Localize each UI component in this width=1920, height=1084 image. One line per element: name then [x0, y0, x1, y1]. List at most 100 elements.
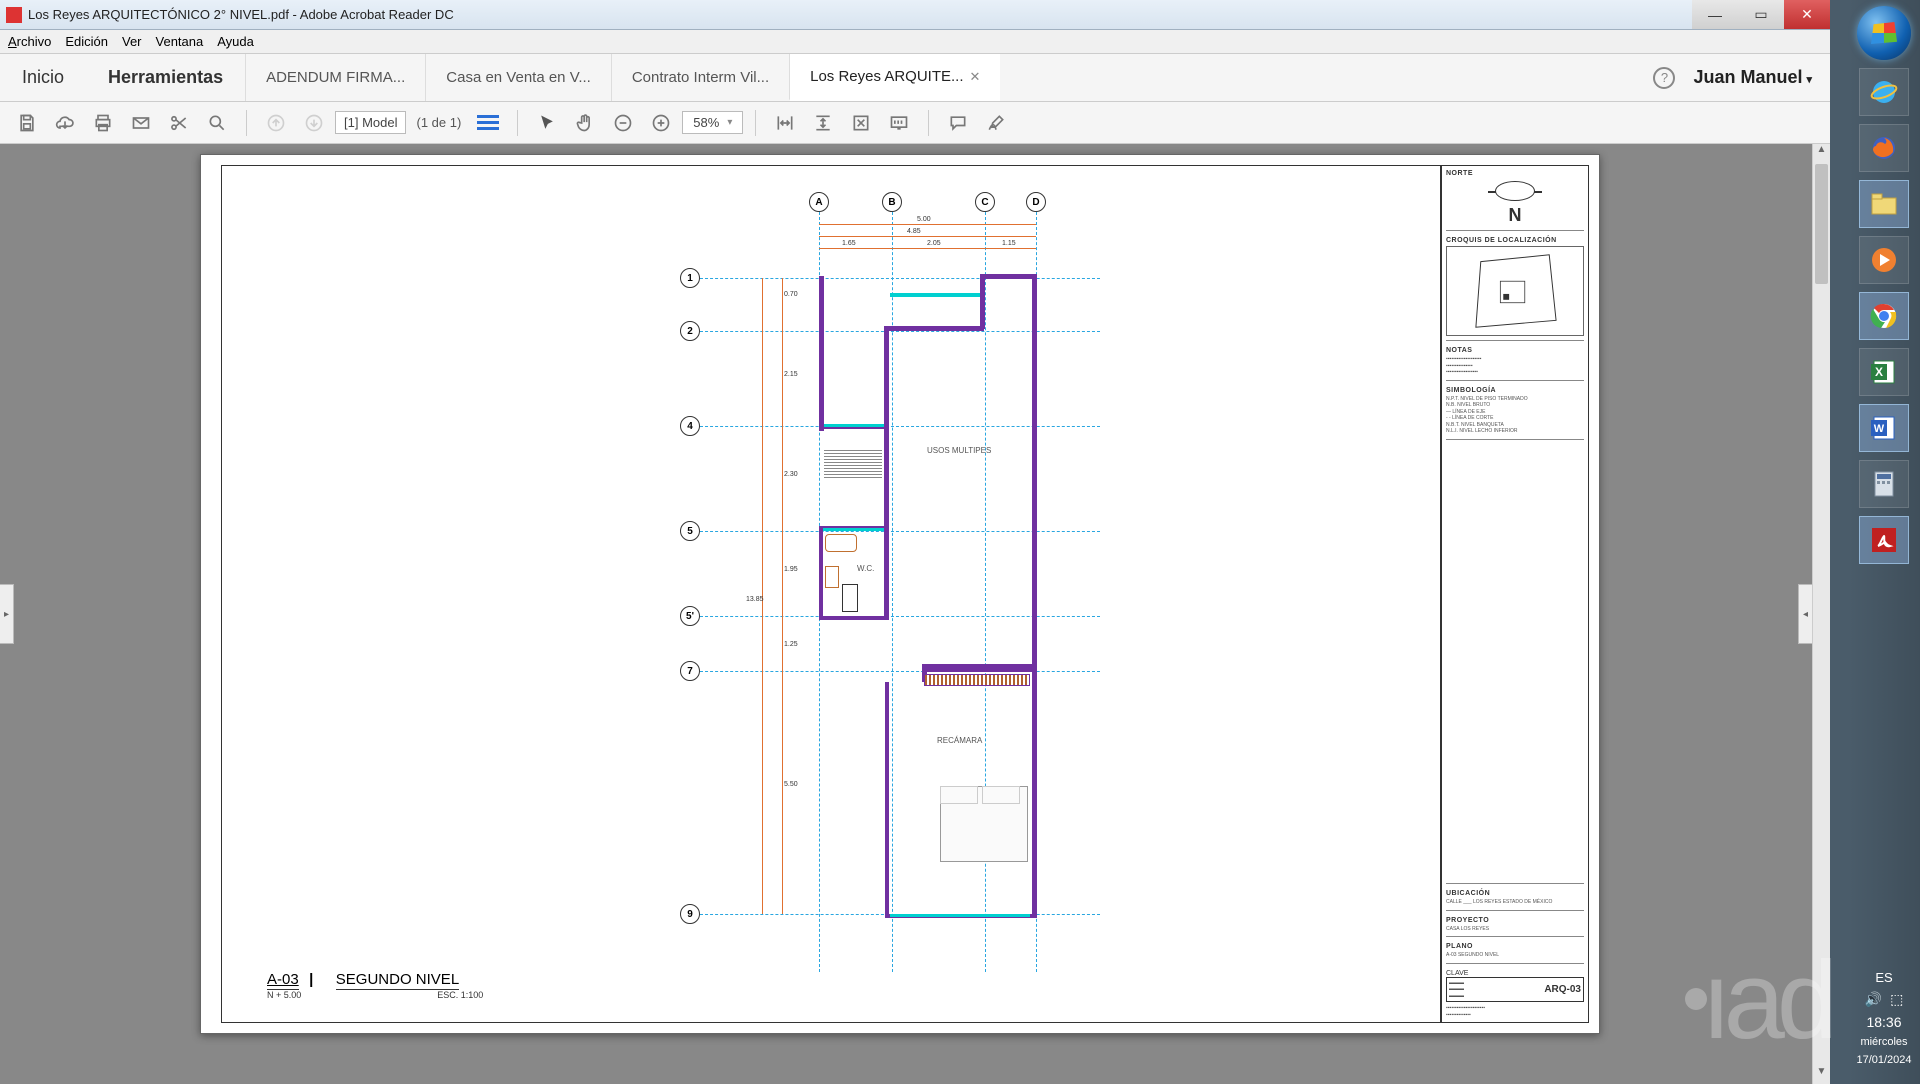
network-icon[interactable]: ⬚ — [1890, 991, 1903, 1008]
close-icon[interactable]: ✕ — [970, 69, 981, 85]
mail-icon[interactable] — [124, 106, 158, 140]
wall — [819, 276, 824, 431]
simbologia-header: SIMBOLOGÍA — [1446, 387, 1584, 394]
zoom-select[interactable]: 58%▾ — [682, 111, 743, 134]
dim-text: 2.05 — [927, 240, 941, 247]
zoom-in-icon[interactable] — [644, 106, 678, 140]
ie-icon[interactable] — [1859, 68, 1909, 116]
layers-icon[interactable] — [471, 106, 505, 140]
grid-row-4: 4 — [680, 416, 700, 436]
window-title: Los Reyes ARQUITECTÓNICO 2° NIVEL.pdf - … — [28, 7, 1692, 22]
grid-row-7: 7 — [680, 661, 700, 681]
wall — [980, 274, 1036, 279]
start-button[interactable] — [1857, 6, 1911, 60]
clock-time[interactable]: 18:36 — [1866, 1014, 1901, 1030]
dim-text: 1.65 — [842, 240, 856, 247]
fit-width-icon[interactable] — [768, 106, 802, 140]
pillow — [940, 786, 978, 804]
scroll-down-icon[interactable]: ▼ — [1813, 1066, 1830, 1084]
excel-icon[interactable]: X — [1859, 348, 1909, 396]
hand-icon[interactable] — [568, 106, 602, 140]
wall — [824, 424, 884, 427]
dim-line — [819, 224, 1036, 225]
menu-ver[interactable]: Ver — [122, 34, 142, 49]
doctab-label: Los Reyes ARQUITE... — [810, 68, 963, 85]
menu-edicion[interactable]: Edición — [65, 34, 108, 49]
page-input[interactable]: [1] Model — [335, 111, 406, 134]
maximize-button[interactable]: ▭ — [1738, 0, 1784, 29]
minimize-button[interactable]: — — [1692, 0, 1738, 29]
page-up-icon[interactable] — [259, 106, 293, 140]
wall — [884, 326, 889, 426]
page-down-icon[interactable] — [297, 106, 331, 140]
dim-text: 1.25 — [784, 641, 798, 648]
notas-header: NOTAS — [1446, 347, 1584, 354]
tab-inicio[interactable]: Inicio — [0, 54, 86, 101]
firefox-icon[interactable] — [1859, 124, 1909, 172]
pdf-page: A B C D 1 2 4 5 5' 7 9 — [200, 154, 1600, 1034]
grid-row-5p: 5' — [680, 606, 700, 626]
wall — [819, 616, 889, 620]
grid-row-9: 9 — [680, 904, 700, 924]
wall — [890, 914, 1030, 917]
right-panel-handle[interactable]: ◂ — [1798, 584, 1812, 644]
tab-herramientas[interactable]: Herramientas — [86, 54, 245, 101]
document-viewport[interactable]: ▸ A B C D 1 2 4 5 — [0, 144, 1812, 1084]
chevron-down-icon: ▾ — [727, 117, 732, 128]
language-indicator[interactable]: ES — [1875, 970, 1892, 985]
doctab-2[interactable]: Contrato Interm Vil... — [611, 54, 789, 101]
explorer-icon[interactable] — [1859, 180, 1909, 228]
scrollbar-thumb[interactable] — [1815, 164, 1828, 284]
doctab-3[interactable]: Los Reyes ARQUITE... ✕ — [789, 54, 1000, 101]
grid-col-b: B — [882, 192, 902, 212]
grid-line — [700, 616, 1100, 617]
search-icon[interactable] — [200, 106, 234, 140]
close-button[interactable]: ✕ — [1784, 0, 1830, 29]
dim-text: 1.15 — [1002, 240, 1016, 247]
dim-text: 1.95 — [784, 566, 798, 573]
page-count: (1 de 1) — [416, 115, 461, 130]
media-player-icon[interactable] — [1859, 236, 1909, 284]
wall — [890, 293, 980, 297]
menu-archivo[interactable]: Archivo — [8, 34, 51, 49]
fit-page-icon[interactable] — [844, 106, 878, 140]
fit-height-icon[interactable] — [806, 106, 840, 140]
doctab-0[interactable]: ADENDUM FIRMA... — [245, 54, 425, 101]
menu-ayuda[interactable]: Ayuda — [217, 34, 254, 49]
print-icon[interactable] — [86, 106, 120, 140]
doctab-1[interactable]: Casa en Venta en V... — [425, 54, 611, 101]
user-menu[interactable]: Juan Manuel▾ — [1693, 67, 1812, 88]
menu-ventana[interactable]: Ventana — [156, 34, 204, 49]
grid-row-5: 5 — [680, 521, 700, 541]
wall — [884, 424, 889, 619]
cloud-icon[interactable] — [48, 106, 82, 140]
door-icon — [842, 584, 858, 612]
plano-text: A-03 SEGUNDO NIVEL — [1446, 952, 1584, 959]
comment-icon[interactable] — [941, 106, 975, 140]
plan-level: N + 5.00 — [267, 990, 301, 1000]
ubicacion-text: CALLE ___ LOS REYES ESTADO DE MÉXICO — [1446, 899, 1584, 906]
left-panel-handle[interactable]: ▸ — [0, 584, 14, 644]
cursor-icon[interactable] — [530, 106, 564, 140]
help-icon[interactable]: ? — [1653, 67, 1675, 89]
read-mode-icon[interactable] — [882, 106, 916, 140]
volume-icon[interactable]: 🔊 — [1865, 991, 1882, 1008]
vertical-scrollbar[interactable]: ▲ ▼ — [1812, 144, 1830, 1084]
acrobat-icon[interactable] — [1859, 516, 1909, 564]
scissors-icon[interactable] — [162, 106, 196, 140]
grid-col-c: C — [975, 192, 995, 212]
scroll-up-icon[interactable]: ▲ — [1813, 144, 1830, 162]
chrome-icon[interactable] — [1859, 292, 1909, 340]
closet — [924, 674, 1030, 686]
zoom-out-icon[interactable] — [606, 106, 640, 140]
chevron-down-icon: ▾ — [1806, 74, 1812, 86]
save-icon[interactable] — [10, 106, 44, 140]
dim-text: 5.50 — [784, 781, 798, 788]
dim-line — [819, 248, 1036, 249]
proyecto-text: CASA LOS REYES — [1446, 926, 1584, 933]
sign-icon[interactable] — [979, 106, 1013, 140]
wall — [922, 664, 1037, 672]
word-icon[interactable]: W — [1859, 404, 1909, 452]
dim-text: 2.15 — [784, 371, 798, 378]
calculator-icon[interactable] — [1859, 460, 1909, 508]
